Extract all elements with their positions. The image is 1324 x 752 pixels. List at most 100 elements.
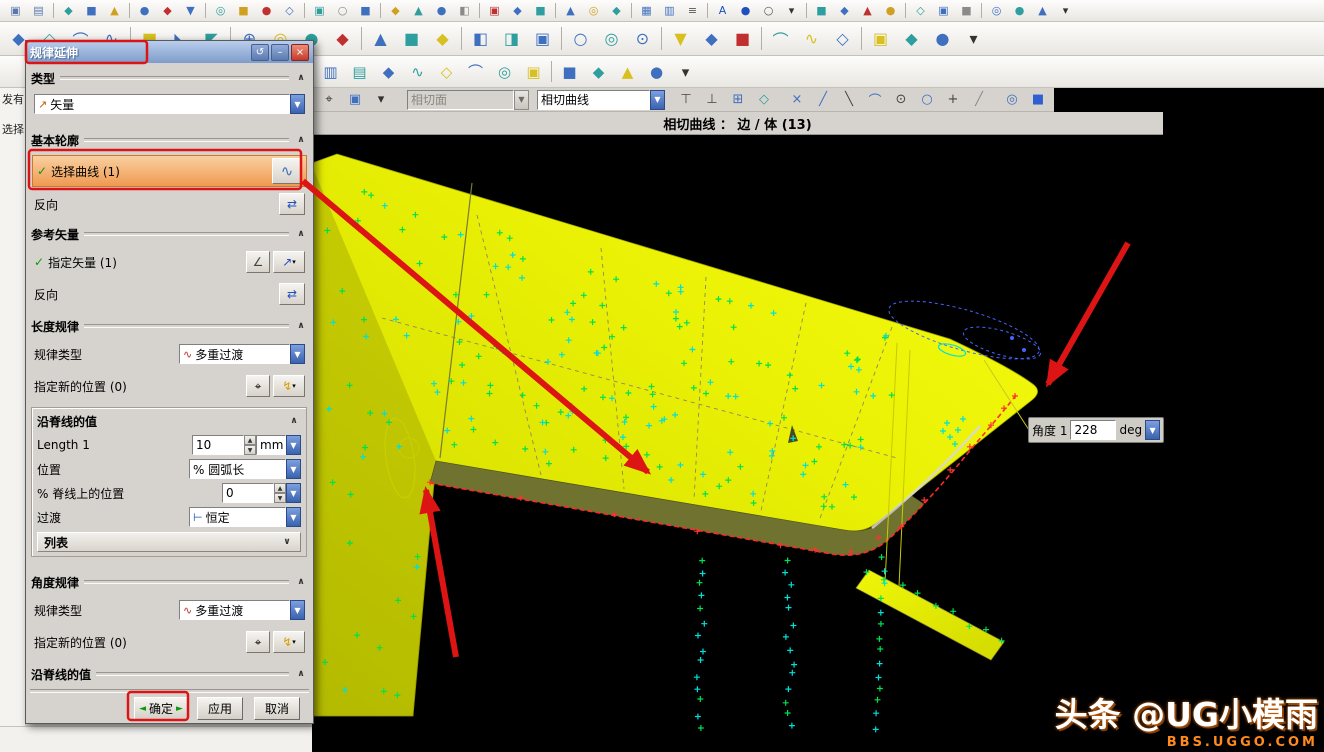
toolbar-icon[interactable]: ≡	[682, 1, 703, 20]
toolbar-icon[interactable]: ×	[785, 89, 809, 111]
secondary-sheet-strip[interactable]	[856, 570, 1004, 660]
toolbar-icon[interactable]: ╱	[811, 89, 835, 111]
dialog-close-button[interactable]: ×	[291, 44, 309, 61]
collapse-icon[interactable]: ∧	[294, 135, 308, 145]
toolbar-icon[interactable]: ◨	[497, 25, 526, 53]
toolbar-icon[interactable]: ■	[556, 59, 583, 85]
toolbar-icon[interactable]: ╲	[837, 89, 861, 111]
toolbar-icon[interactable]: ■	[397, 25, 426, 53]
toolbar-icon[interactable]: ●	[1009, 1, 1030, 20]
toolbar-icon[interactable]: ○	[332, 1, 353, 20]
toolbar-icon[interactable]: ▣	[484, 1, 505, 20]
dropdown-arrow-icon[interactable]: ▼	[290, 94, 305, 114]
toolbar-icon[interactable]: ●	[256, 1, 277, 20]
toolbar-icon[interactable]: ▣	[866, 25, 895, 53]
toolbar-icon[interactable]: ⊥	[700, 89, 724, 111]
toolbar-icon[interactable]: ◇	[433, 59, 460, 85]
curve-rule-combo[interactable]: 相切曲线 ▼	[537, 90, 665, 110]
toolbar-icon[interactable]: ▥	[317, 59, 344, 85]
dialog-titlebar[interactable]: 规律延伸 ↺ – ×	[26, 41, 313, 63]
select-curve-row[interactable]: ✓ 选择曲线 (1) ∿	[32, 155, 307, 187]
point-dialog-button[interactable]: ⌖	[246, 631, 270, 653]
collapse-icon[interactable]: ∧	[294, 669, 308, 679]
type-combo[interactable]: ↗ 矢量 ▼	[34, 94, 305, 114]
toolbar-icon[interactable]: ●	[735, 1, 756, 20]
angle-law-type-combo[interactable]: ∿ 多重过渡 ▼	[179, 600, 305, 620]
point-dialog-button[interactable]: ⌖	[246, 375, 270, 397]
reverse-direction-button[interactable]: ⇄	[279, 283, 305, 305]
toolbar-icon[interactable]: ◆	[585, 59, 612, 85]
toolbar-icon[interactable]: ▣	[528, 25, 557, 53]
toolbar-icon[interactable]: ⌒	[462, 59, 489, 85]
angle-unit-dropdown-arrow[interactable]: ▼	[1145, 420, 1160, 440]
collapse-icon[interactable]: ∧	[294, 73, 308, 83]
toolbar-icon[interactable]: ⊙	[889, 89, 913, 111]
toolbar-icon[interactable]: ◎	[583, 1, 604, 20]
toolbar-icon[interactable]: ◧	[466, 25, 495, 53]
toolbar-icon[interactable]: ●	[431, 1, 452, 20]
control-point[interactable]	[1022, 348, 1026, 352]
toolbar-icon[interactable]: ◆	[58, 1, 79, 20]
graphics-viewport[interactable]: 角度 1 deg ▼ 头条 @UG小模雨 BBS.UGGO.COM	[312, 88, 1324, 752]
toolbar-icon[interactable]: ▼	[180, 1, 201, 20]
toolbar-icon[interactable]: ◆	[606, 1, 627, 20]
section-type[interactable]: 类型 ∧	[31, 67, 308, 89]
vector-options-button[interactable]: ↗ ▾	[273, 251, 305, 273]
collapse-icon[interactable]: ∧	[294, 321, 308, 331]
list-expander[interactable]: 列表 ∨	[37, 532, 301, 552]
spinner-control[interactable]: ▲▼	[274, 483, 286, 503]
cancel-button[interactable]: 取消	[254, 697, 300, 720]
vector-dialog-button[interactable]: ∠	[246, 251, 270, 273]
toolbar-icon[interactable]: +	[941, 89, 965, 111]
toolbar-icon[interactable]: ∿	[797, 25, 826, 53]
toolbar-icon[interactable]: ◆	[697, 25, 726, 53]
toolbar-icon[interactable]: ▾	[781, 1, 802, 20]
toolbar-icon[interactable]: ■	[530, 1, 551, 20]
toolbar-icon[interactable]: A	[712, 1, 733, 20]
dialog-reset-button[interactable]: ↺	[251, 44, 269, 61]
expand-icon[interactable]: ∨	[280, 537, 294, 547]
toolbar-icon[interactable]: ◆	[428, 25, 457, 53]
toolbar-icon[interactable]: ◆	[157, 1, 178, 20]
snap-point-button[interactable]: ↯ ▾	[273, 375, 305, 397]
toolbar-icon[interactable]: ▾	[959, 25, 988, 53]
toolbar-icon[interactable]: ◎	[597, 25, 626, 53]
toolbar-icon[interactable]: ▥	[659, 1, 680, 20]
toolbar-icon[interactable]: ◇	[828, 25, 857, 53]
collapse-icon[interactable]: ∧	[294, 229, 308, 239]
snap-point-button[interactable]: ↯ ▾	[273, 631, 305, 653]
length-value-input[interactable]	[192, 435, 244, 455]
toolbar-icon[interactable]: ▣	[343, 89, 367, 111]
position-combo[interactable]: % 圆弧长 ▼	[189, 459, 301, 479]
length-law-type-combo[interactable]: ∿ 多重过渡 ▼	[179, 344, 305, 364]
toolbar-icon[interactable]: ▾	[672, 59, 699, 85]
toolbar-icon[interactable]: ▲	[857, 1, 878, 20]
section-length-law[interactable]: 长度规律 ∧	[31, 315, 308, 337]
toolbar-icon[interactable]: ▣	[520, 59, 547, 85]
dropdown-arrow-icon[interactable]: ▼	[650, 90, 665, 110]
toolbar-icon[interactable]: ●	[643, 59, 670, 85]
section-angle-law[interactable]: 角度规律 ∧	[31, 571, 308, 593]
toolbar-icon[interactable]: ○	[758, 1, 779, 20]
toolbar-icon[interactable]: ▦	[636, 1, 657, 20]
collapse-icon[interactable]: ∧	[294, 577, 308, 587]
dropdown-arrow-icon[interactable]: ▼	[286, 459, 301, 479]
toolbar-icon[interactable]: ○	[915, 89, 939, 111]
collapse-icon[interactable]: ∧	[287, 416, 301, 426]
apply-button[interactable]: 应用	[197, 697, 243, 720]
toolbar-icon[interactable]: ■	[811, 1, 832, 20]
toolbar-icon[interactable]: ▤	[346, 59, 373, 85]
toolbar-icon[interactable]: ▲	[104, 1, 125, 20]
toolbar-icon[interactable]: ■	[355, 1, 376, 20]
toolbar-icon[interactable]: ■	[233, 1, 254, 20]
toolbar-icon[interactable]: ◧	[454, 1, 475, 20]
toolbar-icon[interactable]: ⌖	[317, 89, 341, 111]
toolbar-icon[interactable]: ▾	[369, 89, 393, 111]
toolbar-icon[interactable]: ▲	[614, 59, 641, 85]
toolbar-icon[interactable]: ▾	[1055, 1, 1076, 20]
toolbar-icon[interactable]: ◎	[210, 1, 231, 20]
transition-combo[interactable]: ⊢ 恒定 ▼	[189, 507, 301, 527]
select-curve-button[interactable]: ∿	[272, 158, 302, 184]
section-angle-spine-values[interactable]: 沿脊线的值 ∧	[31, 663, 308, 685]
section-reference-vector[interactable]: 参考矢量 ∧	[31, 223, 308, 245]
